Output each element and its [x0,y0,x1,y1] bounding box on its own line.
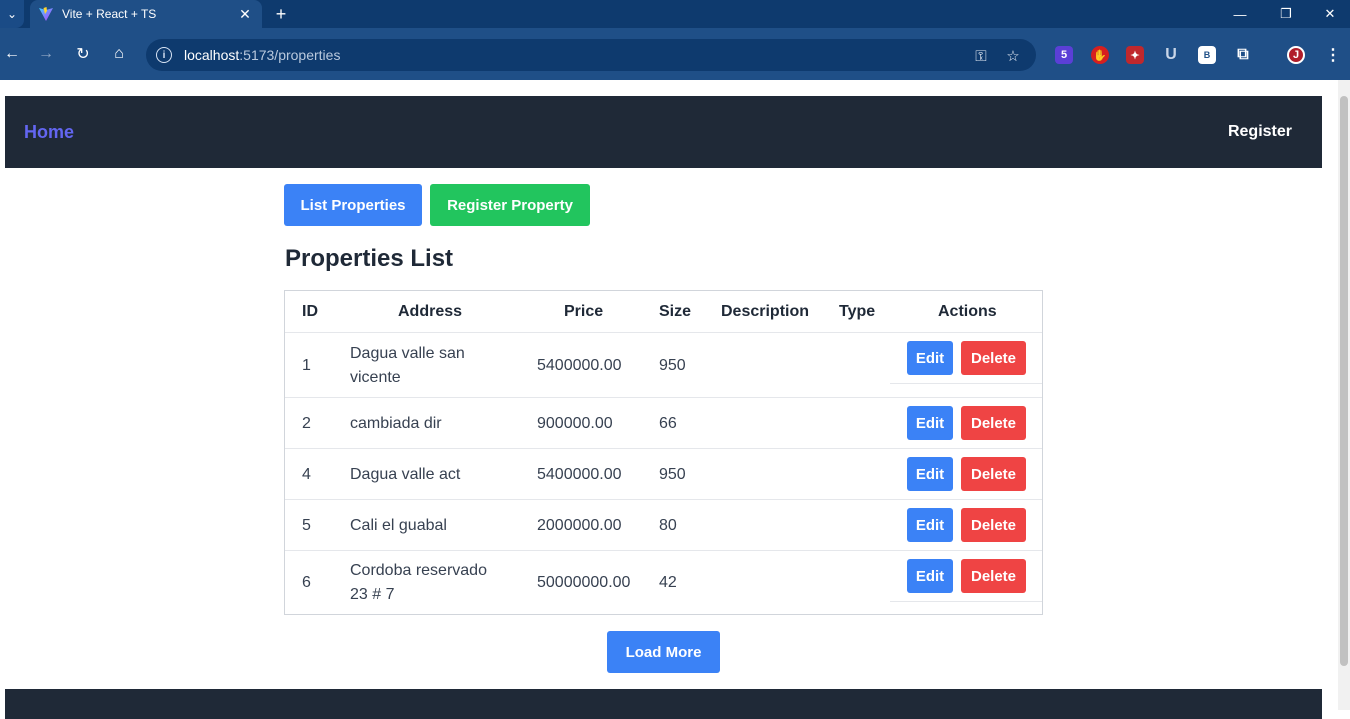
table-row: 5 Cali el guabal 2000000.00 80 Edit Dele… [285,499,1042,550]
actions-divider [890,601,1042,602]
bookmark-star-icon[interactable]: ☆ [1004,47,1022,65]
cell-id: 2 [302,415,311,432]
cell-price: 5400000.00 [537,466,622,483]
app-footer [5,689,1322,719]
address-bar[interactable]: i localhost:5173/properties ⚿ ☆ [146,39,1036,71]
url-text: localhost:5173/properties [184,47,341,63]
restore-icon[interactable]: ❐ [1264,0,1308,28]
page-title: Properties List [285,245,454,272]
delete-button[interactable]: Delete [961,457,1026,491]
edit-button[interactable]: Edit [907,341,953,375]
cell-size: 950 [659,466,686,483]
col-header-id: ID [302,302,318,320]
cell-id: 4 [302,466,311,483]
cell-size: 950 [659,357,686,374]
cell-address: Cordoba reservado [350,562,487,579]
register-property-button[interactable]: Register Property [430,184,590,226]
cell-price: 2000000.00 [537,517,622,534]
scrollbar-thumb[interactable] [1340,96,1348,666]
app-navbar: Home Register [5,96,1322,168]
edit-button[interactable]: Edit [907,508,953,542]
page-viewport: Home Register List Properties Register P… [5,80,1338,719]
cell-address: Cali el guabal [350,517,447,534]
browser-tabbar: ⌄ Vite + React + TS ✕ + — ❐ ✕ [0,0,1350,28]
col-header-actions: Actions [938,302,997,320]
browser-tab-active[interactable]: Vite + React + TS ✕ [30,0,262,28]
cell-address-cont: vicente [350,369,401,386]
browser-toolbar: ← → ↻ ⌂ i localhost:5173/properties ⚿ ☆ … [0,28,1350,80]
cell-address: Dagua valle san [350,345,465,362]
col-header-type: Type [839,302,876,320]
table-row: 4 Dagua valle act 5400000.00 950 Edit De… [285,448,1042,499]
tab-title: Vite + React + TS [62,7,157,21]
delete-button[interactable]: Delete [961,508,1026,542]
cell-price: 5400000.00 [537,357,622,374]
table-row: 6 Cordoba reservado 23 # 7 50000000.00 4… [285,550,1042,614]
cell-id: 6 [302,574,311,591]
cell-size: 66 [659,415,677,432]
cell-address-cont: 23 # 7 [350,586,395,603]
edit-button[interactable]: Edit [907,559,953,593]
cell-price: 900000.00 [537,415,613,432]
cell-price: 50000000.00 [537,574,631,591]
cell-address: Dagua valle act [350,466,461,483]
delete-button[interactable]: Delete [961,341,1026,375]
cell-id: 5 [302,517,311,534]
browser-menu-icon[interactable]: ⋮ [1324,46,1342,64]
col-header-price: Price [564,302,604,320]
col-header-size: Size [659,302,692,320]
load-more-button[interactable]: Load More [607,631,720,673]
table-row: 1 Dagua valle san vicente 5400000.00 950… [285,332,1042,397]
cell-id: 1 [302,357,311,374]
tab-search-icon[interactable]: ⌄ [0,0,24,28]
vite-logo-icon [39,7,53,21]
cell-address: cambiada dir [350,415,442,432]
new-tab-icon[interactable]: + [270,3,292,25]
cell-size: 80 [659,517,677,534]
password-key-icon[interactable]: ⚿ [972,47,990,65]
ublock-icon[interactable]: ✋ [1091,46,1109,64]
reload-icon[interactable]: ↻ [71,42,95,66]
nav-register-link[interactable]: Register [1228,123,1292,141]
forward-icon[interactable]: → [34,42,58,66]
extension-icon-3[interactable]: ✦ [1126,46,1144,64]
home-icon[interactable]: ⌂ [107,42,131,66]
extension-b-icon[interactable]: B [1198,46,1216,64]
edit-button[interactable]: Edit [907,406,953,440]
extensions-puzzle-icon[interactable]: ⧉ [1234,46,1252,64]
cell-size: 42 [659,574,677,591]
nav-home-link[interactable]: Home [24,122,74,143]
extension-icon-1[interactable]: 5 [1055,46,1073,64]
delete-button[interactable]: Delete [961,406,1026,440]
col-header-description: Description [721,302,810,320]
back-icon[interactable]: ← [0,42,24,66]
tab-close-icon[interactable]: ✕ [236,6,254,23]
table-row: 2 cambiada dir 900000.00 66 Edit Delete [285,397,1042,448]
list-properties-button[interactable]: List Properties [284,184,422,226]
site-info-icon[interactable]: i [156,47,172,63]
minimize-icon[interactable]: — [1218,0,1262,28]
page-scrollbar[interactable] [1338,80,1350,710]
actions-divider [890,383,1042,384]
profile-avatar-icon[interactable]: J [1287,46,1305,64]
extension-u-icon[interactable]: U [1162,46,1180,64]
col-header-address: Address [398,302,463,320]
properties-table: ID Address Price Size Description Type A… [284,290,1043,615]
edit-button[interactable]: Edit [907,457,953,491]
window-close-icon[interactable]: ✕ [1308,0,1350,28]
delete-button[interactable]: Delete [961,559,1026,593]
